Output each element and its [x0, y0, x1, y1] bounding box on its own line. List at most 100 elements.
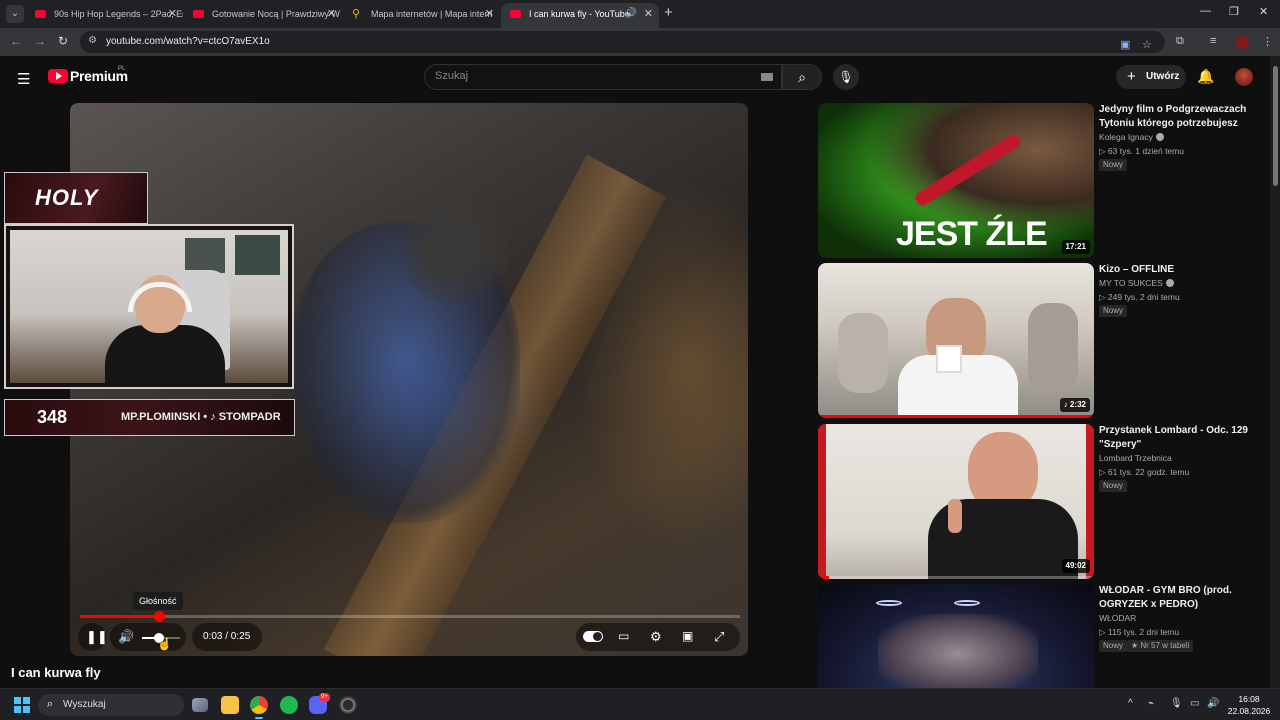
tab-label: Gotowanie Nocą | Prawdziwy W: [212, 9, 340, 19]
thumbnail-mug: [936, 345, 962, 373]
recommendation-title[interactable]: Kizo – OFFLINE: [1099, 263, 1264, 277]
minimize-icon[interactable]: —: [1200, 5, 1211, 17]
keyboard-icon[interactable]: [761, 73, 773, 81]
obs-icon[interactable]: [339, 696, 357, 714]
taskbar-search-label: Wyszukaj: [63, 699, 106, 710]
new-tab-button[interactable]: +: [664, 4, 673, 21]
url-text[interactable]: youtube.com/watch?v=ctcO7avEX1o: [106, 36, 270, 47]
spotify-icon[interactable]: [280, 696, 298, 714]
youtube-icon: [35, 10, 46, 18]
close-icon[interactable]: ✕: [168, 3, 177, 25]
file-explorer-icon[interactable]: [221, 696, 239, 714]
profile-avatar-icon[interactable]: [1235, 35, 1249, 49]
webcam-feed: [10, 230, 288, 383]
page-scrollbar[interactable]: [1270, 56, 1280, 688]
video-meta: ▷ 63 tys. 1 dzień temu: [1099, 146, 1184, 156]
notifications-bell-icon[interactable]: 🔔: [1197, 68, 1214, 85]
back-icon[interactable]: ←: [10, 34, 22, 48]
progress-bar[interactable]: [80, 611, 740, 622]
forward-icon[interactable]: →: [34, 34, 46, 48]
overlay-counter-number: 348: [37, 407, 68, 427]
microphone-tray-icon[interactable]: 🎙: [1170, 698, 1183, 709]
close-icon[interactable]: ✕: [485, 3, 494, 25]
system-clock[interactable]: 16:08 22.08.2026: [1222, 693, 1276, 717]
webcam-person-body: [105, 325, 225, 383]
address-bar[interactable]: ⚙ youtube.com/watch?v=ctcO7avEX1o ▣ ☆: [80, 31, 1165, 53]
translate-icon[interactable]: ▣: [1120, 38, 1130, 51]
thumbnail-frame-left: [818, 424, 826, 579]
scrollbar-thumb[interactable]: [1273, 66, 1278, 186]
subtitles-icon[interactable]: ▭: [618, 629, 629, 643]
kebab-menu-icon[interactable]: ⋮: [1262, 35, 1273, 48]
video-duration: ♪ 2:32: [1059, 398, 1090, 412]
theater-mode-icon[interactable]: ▣: [682, 629, 693, 643]
clock-date: 22.08.2026: [1227, 706, 1271, 716]
recommendation-item[interactable]: ♪ 2:32 Kizo – OFFLINE MY TO SUKCES ▷ 249…: [818, 263, 1268, 418]
speaker-icon[interactable]: 🔊: [625, 3, 637, 25]
window-close-icon[interactable]: ✕: [1259, 5, 1268, 18]
tray-overflow-icon[interactable]: ^: [1128, 698, 1133, 709]
search-button[interactable]: ⌕: [782, 64, 822, 90]
recommendation-title[interactable]: Przystanek Lombard - Odc. 129 "Szpery": [1099, 424, 1264, 452]
video-duration: 17:21: [1061, 240, 1090, 254]
speaker-tray-icon[interactable]: 🔊: [1207, 698, 1219, 709]
close-icon[interactable]: ✕: [327, 3, 336, 25]
voice-search-button[interactable]: 🎙: [833, 64, 859, 90]
video-thumbnail[interactable]: [818, 584, 1094, 688]
channel-name-text[interactable]: MY TO SUKCES: [1099, 278, 1163, 288]
new-badge: Nowy: [1099, 480, 1128, 492]
extensions-icon[interactable]: ⧉: [1176, 35, 1184, 48]
bookmark-star-icon[interactable]: ☆: [1142, 38, 1152, 51]
account-avatar[interactable]: [1235, 68, 1253, 86]
video-thumbnail[interactable]: 49:02: [818, 424, 1094, 579]
display-icon[interactable]: ▭: [1190, 698, 1199, 709]
video-thumbnail[interactable]: JEST ŹLE 17:21: [818, 103, 1094, 258]
youtube-logo-icon[interactable]: [48, 69, 68, 83]
fullscreen-icon[interactable]: ⤢: [714, 629, 724, 645]
search-box[interactable]: [424, 64, 782, 90]
close-icon[interactable]: ✕: [644, 3, 653, 25]
tab-search-button[interactable]: ⌄: [6, 5, 24, 23]
reload-icon[interactable]: ↻: [58, 34, 68, 48]
windows-start-icon[interactable]: [14, 697, 30, 713]
autoplay-toggle[interactable]: [583, 631, 603, 642]
create-button[interactable]: + Utwórz: [1116, 65, 1186, 89]
channel-name[interactable]: Kolega Ignacy: [1099, 132, 1164, 142]
tab-90s-hip-hop[interactable]: 90s Hip Hop Legends – 2Pac, Em ✕: [26, 3, 183, 28]
create-label: Utwórz: [1146, 71, 1180, 82]
tab-gotowanie-noca[interactable]: Gotowanie Nocą | Prawdziwy W ✕: [184, 3, 342, 28]
channel-name[interactable]: Lombard Trzebnica: [1099, 453, 1172, 463]
channel-name[interactable]: WŁODAR: [1099, 613, 1136, 623]
chrome-icon[interactable]: [250, 696, 268, 719]
tab-label: Mapa internetów | Mapa intern: [371, 9, 493, 19]
search-input[interactable]: [435, 70, 755, 82]
media-control-icon[interactable]: ≡: [1210, 35, 1216, 47]
chart-rank-badge: ★ Nr 57 w tabeli: [1127, 640, 1194, 652]
video-thumbnail[interactable]: ♪ 2:32: [818, 263, 1094, 418]
browser-tab-strip: ⌄ 90s Hip Hop Legends – 2Pac, Em ✕ Gotow…: [0, 0, 1280, 28]
recommendation-title[interactable]: Jedyny film o Podgrzewaczach Tytoniu któ…: [1099, 103, 1264, 131]
tab-mapa-internetow[interactable]: ⚲ Mapa internetów | Mapa intern ✕: [343, 3, 500, 28]
channel-name[interactable]: MY TO SUKCES: [1099, 278, 1174, 288]
new-badge: Nowy: [1099, 305, 1128, 317]
tab-i-can-kurwa-fly[interactable]: I can kurwa fly - YouTube 🔊 ✕: [501, 3, 659, 28]
hamburger-menu-icon[interactable]: ☰: [17, 70, 30, 88]
task-view-icon[interactable]: [192, 698, 208, 712]
restore-icon[interactable]: ❐: [1229, 5, 1239, 18]
recommendation-item[interactable]: 49:02 Przystanek Lombard - Odc. 129 "Szp…: [818, 424, 1268, 579]
site-info-icon[interactable]: ⚙: [88, 35, 97, 46]
volume-icon[interactable]: 🔊: [118, 629, 134, 645]
video-duration: 49:02: [1061, 559, 1090, 573]
youtube-icon: [510, 10, 521, 18]
channel-name-text[interactable]: Kolega Ignacy: [1099, 132, 1153, 142]
time-readout: 0:03 / 0:25: [203, 631, 251, 642]
network-status-icon[interactable]: ⌁: [1148, 698, 1154, 709]
pause-icon[interactable]: ❚❚: [86, 629, 108, 645]
recommendation-title[interactable]: WŁODAR - GYM BRO (prod. OGRYZEK x PEDRO): [1099, 584, 1264, 612]
discord-notification-badge: 9+: [319, 693, 330, 702]
overlay-social-handles: MP.PLOMINSKI • ♪ STOMPADR: [121, 411, 281, 423]
recommendation-item[interactable]: WŁODAR - GYM BRO (prod. OGRYZEK x PEDRO)…: [818, 584, 1268, 688]
recommendation-item[interactable]: JEST ŹLE 17:21 Jedyny film o Podgrzewacz…: [818, 103, 1268, 258]
taskbar-search[interactable]: ⌕ Wyszukaj: [38, 694, 184, 716]
settings-gear-icon[interactable]: ⚙: [650, 629, 662, 645]
